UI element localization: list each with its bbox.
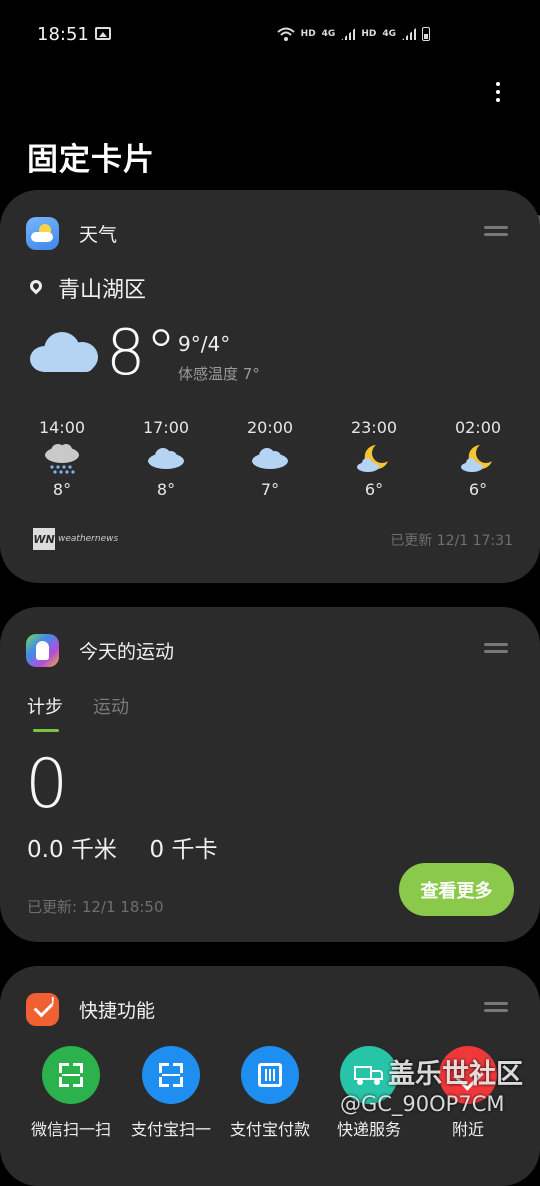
cloud-icon — [235, 441, 305, 479]
wifi-icon — [276, 27, 295, 41]
shortcut-alipay-scan[interactable]: 支付宝扫一 — [121, 1046, 221, 1140]
signal-icon-2 — [402, 28, 416, 40]
drag-handle-icon[interactable] — [484, 643, 508, 655]
scan-icon — [142, 1046, 200, 1104]
activity-stats: 0.0 千米 0 千卡 — [27, 830, 217, 864]
activity-updated-time: 已更新: 12/1 18:50 — [27, 898, 164, 916]
distance-value: 0.0 千米 — [27, 837, 117, 863]
forecast-time: 23:00 — [350, 418, 398, 437]
watermark-title: 盖乐世社区 — [388, 1059, 523, 1090]
shortcut-wechat-scan[interactable]: 微信扫一扫 — [21, 1046, 121, 1140]
activity-card-header: 今天的运动 — [26, 633, 174, 667]
shortcut-label: 微信扫一扫 — [30, 1120, 111, 1139]
shortcuts-app-icon: ! — [26, 992, 59, 1026]
status-indicators: HD 4G HD 4G — [276, 26, 430, 42]
forecast-time: 02:00 — [454, 418, 502, 437]
high-low-temperature: 9°/4° — [178, 332, 231, 356]
tab-exercise[interactable]: 运动 — [93, 693, 129, 719]
calories-value: 0 千卡 — [149, 837, 218, 863]
location-pin-icon — [27, 277, 45, 295]
shortcut-label: 支付宝付款 — [229, 1120, 310, 1139]
battery-icon — [422, 27, 430, 41]
weather-card[interactable]: 天气 — [0, 190, 540, 583]
forecast-temp: 6° — [364, 480, 384, 499]
forecast-time: 17:00 — [142, 418, 190, 437]
drag-handle-icon[interactable] — [484, 1002, 508, 1014]
activity-tabs: 计步 运动 — [27, 693, 129, 732]
watermark-handle: @GC_90OP7CM — [340, 1092, 505, 1116]
cloud-icon — [131, 441, 201, 479]
forecast-hour: 20:00 7° — [235, 418, 305, 499]
forecast-temp: 7° — [260, 480, 280, 499]
feels-like-temperature: 体感温度 7° — [178, 365, 260, 383]
weather-app-icon — [26, 216, 59, 250]
view-more-button[interactable]: 查看更多 — [399, 863, 514, 916]
drag-handle-icon[interactable] — [484, 226, 508, 238]
step-count: 0 — [25, 745, 69, 824]
shortcut-label: 快递服务 — [336, 1120, 401, 1139]
shortcut-label: 支付宝扫一 — [130, 1120, 211, 1139]
weathernews-text: weathernews — [58, 534, 119, 544]
weather-card-header: 天气 — [26, 216, 117, 250]
hd-label-1: HD — [300, 29, 316, 39]
forecast-hour: 14:00 8° — [27, 418, 97, 499]
weathernews-mark: WN — [33, 528, 55, 550]
more-options-icon[interactable] — [488, 82, 508, 106]
forecast-time: 14:00 — [38, 418, 86, 437]
tab-steps[interactable]: 计步 — [27, 693, 63, 732]
status-time: 18:51 — [37, 24, 89, 45]
current-cloud-icon — [30, 330, 98, 374]
weather-updated-time: 已更新 12/1 17:31 — [390, 533, 513, 549]
image-notification-icon — [95, 27, 111, 40]
activity-card-title: 今天的运动 — [79, 640, 175, 663]
status-bar: 18:51 HD 4G HD 4G — [0, 0, 540, 70]
shortcut-label: 附近 — [451, 1120, 484, 1139]
forecast-hour: 17:00 8° — [131, 418, 201, 499]
forecast-temp: 8° — [52, 480, 72, 499]
hd-label-2: HD — [361, 29, 377, 39]
weathernews-logo: WN weathernews — [33, 528, 118, 550]
current-temperature: 8° — [106, 316, 177, 389]
shortcuts-card-header: ! 快捷功能 — [26, 992, 155, 1026]
forecast-temp: 6° — [468, 480, 488, 499]
rain-cloud-icon — [27, 441, 97, 479]
network-type-2: 4G — [382, 29, 396, 39]
forecast-hour: 02:00 6° — [443, 418, 513, 499]
signal-icon-1 — [341, 28, 356, 40]
barcode-icon — [241, 1046, 299, 1104]
weather-location[interactable]: 青山湖区 — [27, 272, 147, 304]
forecast-time: 20:00 — [246, 418, 294, 437]
weather-card-title: 天气 — [79, 223, 118, 246]
moon-cloud-icon — [443, 441, 513, 479]
forecast-temp: 8° — [156, 480, 176, 499]
page-title: 固定卡片 — [27, 142, 155, 178]
health-app-icon — [26, 633, 59, 667]
location-name: 青山湖区 — [58, 278, 147, 303]
shortcut-alipay-pay[interactable]: 支付宝付款 — [220, 1046, 320, 1140]
moon-cloud-icon — [339, 441, 409, 479]
scan-icon — [42, 1046, 100, 1104]
network-type-1: 4G — [321, 29, 336, 39]
forecast-hour: 23:00 6° — [339, 418, 409, 499]
shortcuts-card-title: 快捷功能 — [79, 999, 156, 1022]
